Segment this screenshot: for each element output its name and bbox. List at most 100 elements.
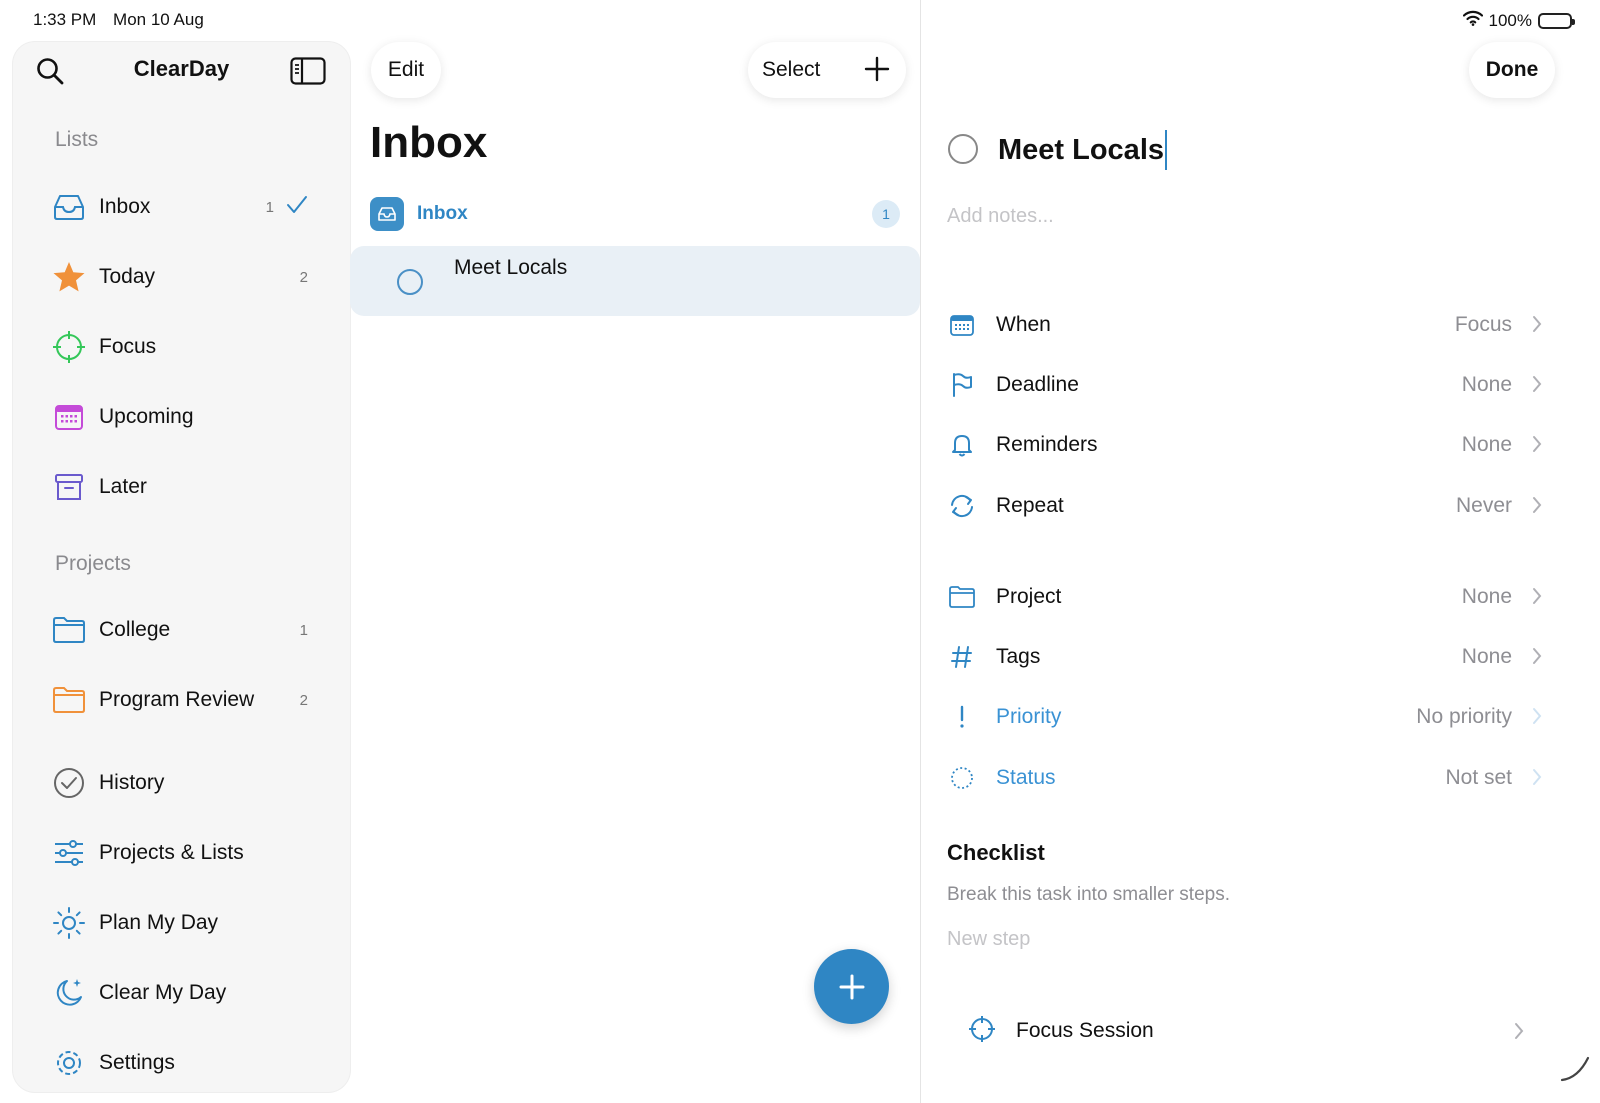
battery-percent: 100% (1488, 10, 1532, 30)
wifi-icon (1462, 10, 1483, 31)
chevron-right-icon (1514, 1022, 1524, 1045)
sidebar-item-upcoming[interactable]: Upcoming (13, 392, 350, 442)
sidebar-item-history[interactable]: History (13, 758, 350, 808)
sidebar-item-count: 1 (299, 621, 308, 639)
archive-box-icon (51, 469, 87, 505)
add-task-button[interactable] (814, 949, 889, 1024)
projects-header: Projects (55, 552, 131, 575)
chevron-right-icon (1532, 587, 1542, 610)
gear-icon (51, 1045, 87, 1081)
folder-icon (946, 581, 978, 613)
sidebar-item-clear-my-day[interactable]: Clear My Day (13, 968, 350, 1018)
property-value: Focus (1454, 313, 1512, 336)
property-label: Repeat (996, 494, 1064, 517)
group-header[interactable]: Inbox 1 (370, 196, 900, 232)
property-label: Priority (996, 705, 1062, 728)
task-title: Meet Locals (454, 256, 568, 279)
property-value: Never (1455, 494, 1512, 517)
property-value: None (1461, 433, 1512, 456)
crosshair-icon (51, 329, 87, 365)
sidebar-item-today[interactable]: Today 2 (13, 252, 350, 302)
property-when[interactable]: When Focus (940, 303, 1560, 347)
task-checkbox[interactable] (397, 269, 423, 295)
plus-icon (839, 974, 864, 999)
sliders-icon (51, 835, 87, 871)
sidebar-item-count: 1 (265, 198, 274, 216)
property-label: Tags (996, 645, 1041, 668)
edit-button[interactable]: Edit (371, 42, 441, 98)
property-deadline[interactable]: Deadline None (940, 363, 1560, 407)
sidebar-item-label: College (99, 618, 171, 641)
status-time: 1:33 PM (33, 10, 97, 29)
exclamation-icon (946, 701, 978, 733)
focus-session-row[interactable]: Focus Session (960, 1008, 1540, 1054)
battery-icon (1538, 12, 1575, 29)
lists-header: Lists (55, 128, 99, 151)
sidebar-item-label: Inbox (99, 195, 151, 218)
property-label: When (996, 313, 1051, 336)
chevron-right-icon (1532, 647, 1542, 670)
dashed-circle-icon (946, 762, 978, 794)
sidebar-item-program-review[interactable]: Program Review 2 (13, 675, 350, 725)
sidebar-item-label: Today (99, 265, 156, 288)
calendar-icon (51, 399, 87, 435)
property-value: None (1461, 373, 1512, 396)
property-label: Status (996, 766, 1056, 789)
property-repeat[interactable]: Repeat Never (940, 484, 1560, 528)
group-count-badge: 1 (872, 200, 900, 228)
folder-icon (51, 612, 87, 648)
sidebar-item-inbox[interactable]: Inbox 1 (13, 182, 350, 232)
property-reminders[interactable]: Reminders None (940, 423, 1560, 467)
property-tags[interactable]: Tags None (940, 635, 1560, 679)
property-priority[interactable]: Priority No priority (940, 695, 1560, 739)
inbox-icon (370, 197, 404, 231)
sidebar-item-college[interactable]: College 1 (13, 605, 350, 655)
calendar-icon (946, 309, 978, 341)
property-value: None (1461, 585, 1512, 608)
sidebar-item-label: Program Review (99, 688, 255, 711)
property-project[interactable]: Project None (940, 575, 1560, 619)
sidebar: ClearDay Lists Inbox 1 Today 2 Focus Upc… (13, 42, 350, 1092)
task-row[interactable]: Meet Locals (350, 246, 920, 316)
sidebar-toggle-icon[interactable] (290, 57, 326, 90)
star-icon (51, 259, 87, 295)
sidebar-item-projects-lists[interactable]: Projects & Lists (13, 828, 350, 878)
task-title-input[interactable]: Meet Locals (998, 130, 1167, 170)
moon-stars-icon (51, 975, 87, 1011)
checkmark-circle-icon (51, 765, 87, 801)
sidebar-item-label: Upcoming (99, 405, 194, 428)
sidebar-item-label: Focus (99, 335, 157, 358)
sidebar-item-settings[interactable]: Settings (13, 1038, 350, 1088)
new-step-input[interactable]: New step (947, 928, 1030, 951)
sidebar-item-later[interactable]: Later (13, 462, 350, 512)
sidebar-item-plan-my-day[interactable]: Plan My Day (13, 898, 350, 948)
sidebar-item-focus[interactable]: Focus (13, 322, 350, 372)
property-label: Deadline (996, 373, 1079, 396)
notes-field[interactable]: Add notes... (947, 205, 1054, 228)
task-complete-checkbox[interactable] (948, 134, 978, 164)
sidebar-item-count: 2 (299, 268, 308, 286)
flag-icon (946, 369, 978, 401)
pane-divider (920, 0, 921, 1103)
sidebar-item-label: Later (99, 475, 147, 498)
chevron-right-icon (1532, 707, 1542, 730)
group-label: Inbox (417, 203, 468, 224)
status-bar-right: 100% (1462, 10, 1575, 31)
sidebar-header: ClearDay (13, 42, 350, 100)
sidebar-item-label: History (99, 771, 165, 794)
page-title: Inbox (370, 118, 488, 167)
folder-icon (51, 682, 87, 718)
repeat-icon (946, 490, 978, 522)
resize-handle-icon[interactable] (1558, 1050, 1592, 1089)
checklist-title: Checklist (947, 840, 1045, 865)
add-icon[interactable] (864, 56, 890, 88)
status-date: Mon 10 Aug (113, 10, 204, 29)
select-button[interactable]: Select (762, 58, 820, 82)
hashtag-icon (946, 641, 978, 673)
property-value: No priority (1416, 705, 1512, 728)
chevron-right-icon (1532, 435, 1542, 458)
property-status[interactable]: Status Not set (940, 756, 1560, 800)
chevron-right-icon (1532, 375, 1542, 398)
done-button[interactable]: Done (1469, 42, 1555, 98)
sidebar-item-label: Settings (99, 1051, 175, 1074)
